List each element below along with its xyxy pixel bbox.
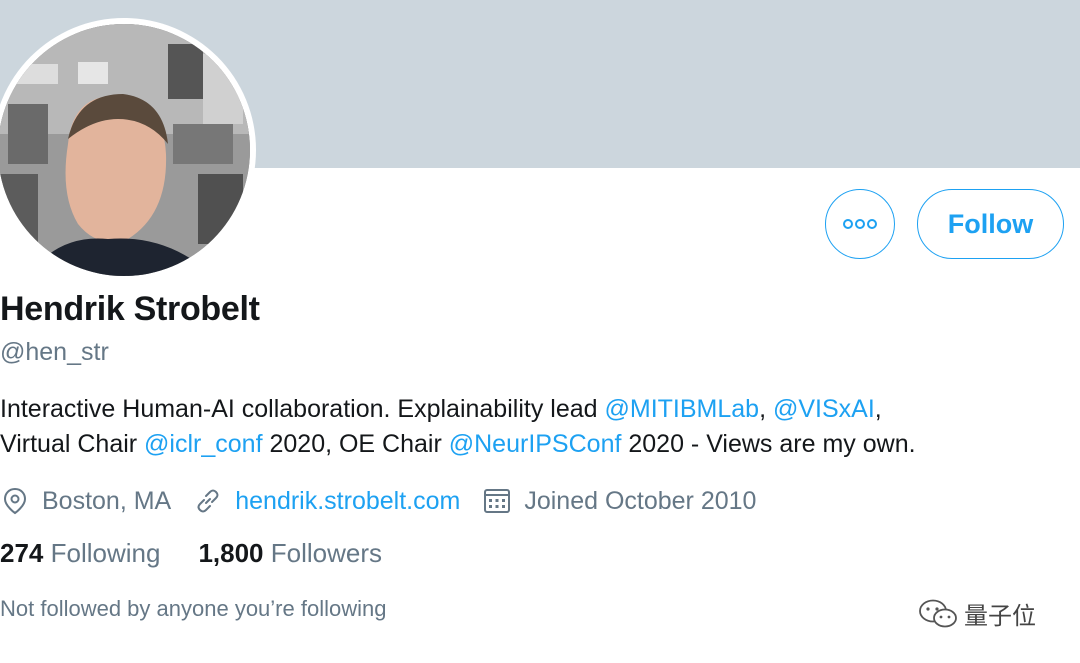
watermark-text: 量子位 <box>964 603 1036 630</box>
profile-meta: Boston, MA hendrik.strobelt.com Joined O… <box>0 481 778 521</box>
website-link[interactable]: hendrik.strobelt.com <box>235 487 460 516</box>
bio-text: Virtual Chair <box>0 430 145 458</box>
more-options-button[interactable] <box>825 189 895 259</box>
display-name: Hendrik Strobelt <box>0 290 260 328</box>
location-text: Boston, MA <box>42 486 172 515</box>
mention-link-iclr-conf[interactable]: @iclr_conf <box>144 430 262 458</box>
profile-bio: Interactive Human-AI collaboration. Expl… <box>0 392 1075 462</box>
bio-text: 2020, OE Chair <box>262 430 449 458</box>
followers-stat[interactable]: 1,800 Followers <box>198 538 382 569</box>
followers-label: Followers <box>270 538 383 568</box>
bio-text: 2020 - Views are my own. <box>621 430 916 458</box>
following-stat[interactable]: 274 Following <box>0 538 160 569</box>
joined-text: Joined October 2010 <box>524 486 757 515</box>
avatar[interactable] <box>0 24 250 276</box>
more-horizontal-icon <box>843 219 877 229</box>
watermark: 量子位 <box>918 596 1036 631</box>
follow-stats: 274 Following 1,800 Followers <box>0 538 420 569</box>
followers-count: 1,800 <box>198 538 264 568</box>
wechat-icon <box>919 599 957 627</box>
location-pin-icon <box>0 486 30 516</box>
location-item: Boston, MA <box>0 486 171 516</box>
social-context: Not followed by anyone you’re following <box>0 596 387 621</box>
mention-link-visxai[interactable]: @VISxAI <box>773 395 875 423</box>
bio-text: Interactive Human-AI collaboration. Expl… <box>0 395 605 423</box>
following-label: Following <box>50 538 161 568</box>
joined-item: Joined October 2010 <box>482 486 756 516</box>
following-count: 274 <box>0 538 44 568</box>
calendar-icon <box>482 486 512 516</box>
website-item[interactable]: hendrik.strobelt.com <box>193 486 460 516</box>
bio-text: , <box>759 395 773 423</box>
mention-link-mitibmlab[interactable]: @MITIBMLab <box>604 395 759 423</box>
bio-text: , <box>874 395 882 423</box>
username-handle: @hen_str <box>0 338 109 366</box>
mention-link-neuripsconf[interactable]: @NeurIPSConf <box>449 430 622 458</box>
follow-button[interactable]: Follow <box>917 189 1064 259</box>
link-icon <box>193 486 223 516</box>
